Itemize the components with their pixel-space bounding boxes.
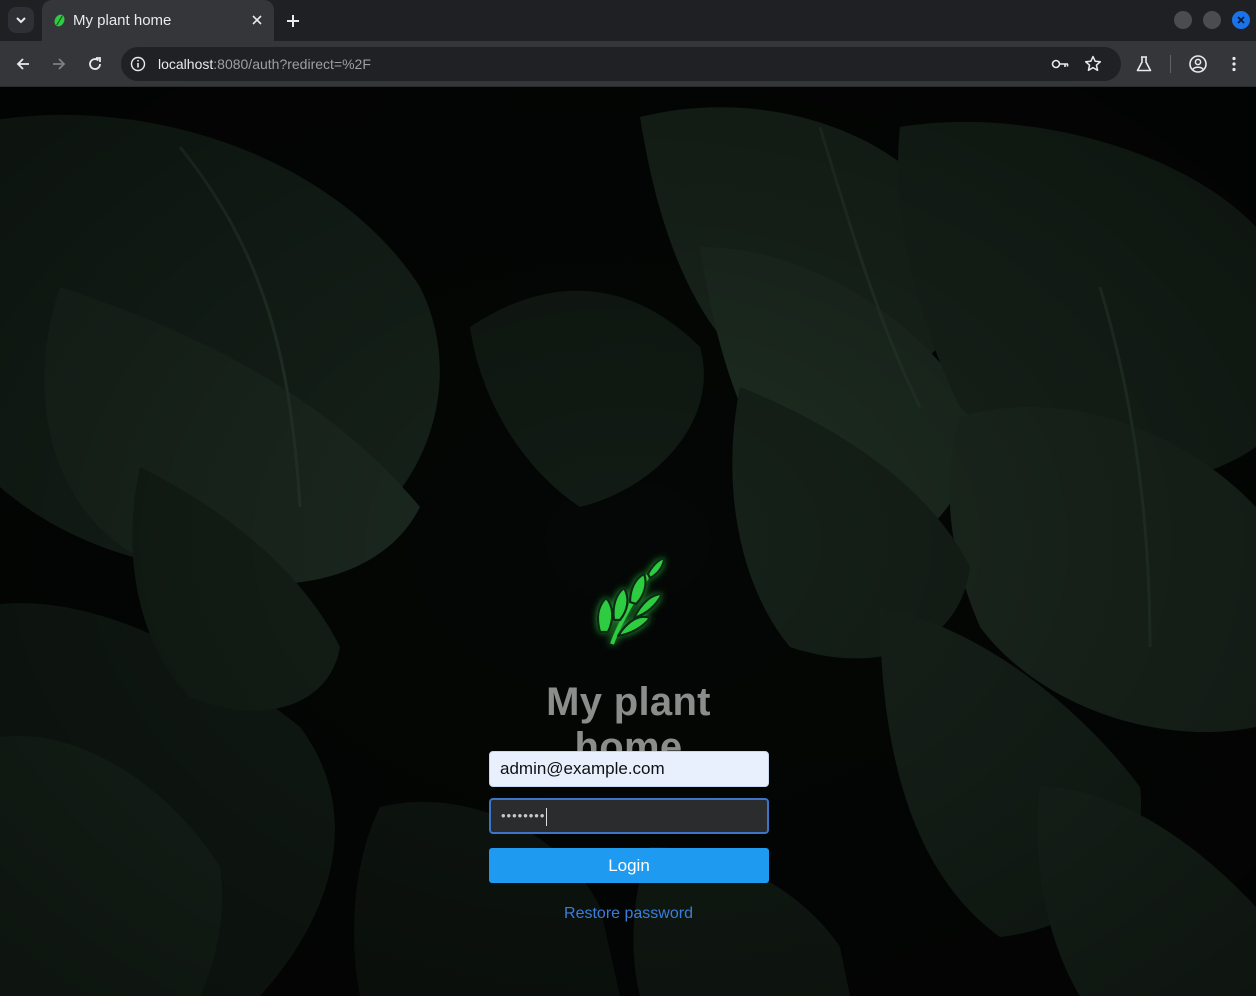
password-field[interactable]: •••••••• bbox=[489, 798, 769, 834]
profile-button[interactable] bbox=[1186, 52, 1210, 76]
site-info-button[interactable] bbox=[129, 55, 147, 73]
login-button[interactable]: Login bbox=[489, 848, 769, 883]
reload-button[interactable] bbox=[83, 52, 107, 76]
browser-menu-button[interactable] bbox=[1222, 52, 1246, 76]
close-icon bbox=[1237, 16, 1245, 24]
arrow-left-icon bbox=[16, 58, 29, 70]
info-icon bbox=[130, 56, 146, 72]
minimize-button[interactable] bbox=[1174, 11, 1192, 29]
new-tab-button[interactable] bbox=[282, 10, 304, 32]
password-mask: •••••••• bbox=[501, 808, 546, 823]
email-field[interactable]: admin@example.com bbox=[489, 751, 769, 787]
bookmark-button[interactable] bbox=[1083, 54, 1103, 79]
kebab-menu-icon bbox=[1232, 56, 1236, 72]
reload-icon bbox=[89, 57, 101, 70]
tab-strip: My plant home bbox=[0, 0, 1256, 41]
url-path: :8080/auth?redirect=%2F bbox=[213, 56, 371, 72]
close-icon bbox=[252, 15, 262, 25]
browser-toolbar: localhost:8080/auth?redirect=%2F bbox=[0, 41, 1256, 87]
plant-leaf-icon bbox=[54, 14, 65, 27]
plus-icon bbox=[287, 15, 299, 27]
flask-icon bbox=[1136, 56, 1152, 72]
url-text: localhost:8080/auth?redirect=%2F bbox=[158, 56, 371, 72]
window-close-button[interactable] bbox=[1232, 11, 1250, 29]
login-page: My plant home admin@example.com ••••••••… bbox=[0, 87, 1256, 996]
arrow-right-icon bbox=[53, 58, 66, 70]
tab-search-button[interactable] bbox=[8, 7, 34, 33]
address-bar[interactable]: localhost:8080/auth?redirect=%2F bbox=[121, 47, 1121, 81]
browser-tab[interactable]: My plant home bbox=[42, 0, 274, 41]
chevron-down-icon bbox=[16, 17, 26, 24]
text-caret bbox=[546, 807, 548, 826]
restore-password-link[interactable]: Restore password bbox=[488, 905, 769, 923]
maximize-button[interactable] bbox=[1203, 11, 1221, 29]
url-host: localhost bbox=[158, 56, 214, 72]
tab-title: My plant home bbox=[73, 12, 172, 29]
account-circle-icon bbox=[1189, 55, 1207, 73]
plant-logo-icon bbox=[596, 556, 666, 645]
tab-close-button[interactable] bbox=[248, 11, 266, 29]
star-icon bbox=[1084, 55, 1102, 72]
back-button[interactable] bbox=[11, 52, 35, 76]
forward-button[interactable] bbox=[47, 52, 71, 76]
password-manager-button[interactable] bbox=[1050, 54, 1070, 79]
key-icon bbox=[1051, 59, 1069, 69]
toolbar-divider bbox=[1170, 55, 1171, 73]
labs-button[interactable] bbox=[1132, 52, 1156, 76]
